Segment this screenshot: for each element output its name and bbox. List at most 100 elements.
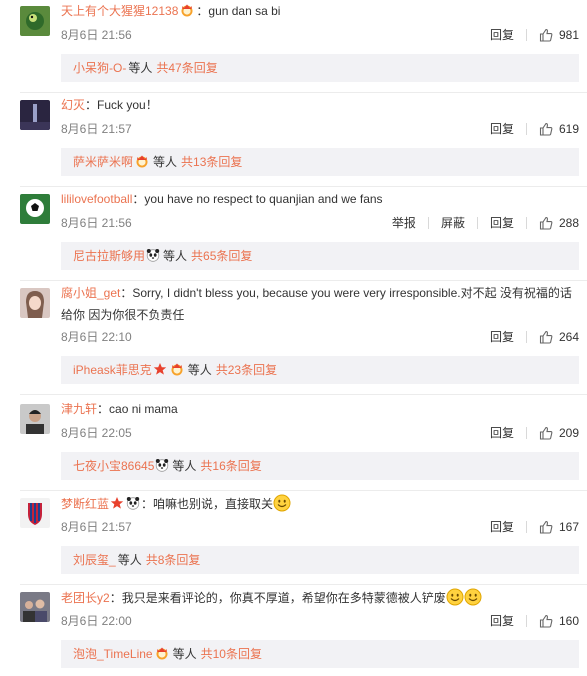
comment-meta: 8月6日 21:57 回复 167 bbox=[61, 518, 579, 536]
comment-meta: 8月6日 22:05 回复 209 bbox=[61, 424, 579, 442]
replies-summary[interactable]: 小呆狗-O- 等人 共47条回复 bbox=[61, 54, 579, 82]
vip-crown-icon bbox=[169, 358, 185, 386]
smiley-emoji-icon bbox=[446, 588, 464, 611]
replies-summary[interactable]: 泡泡_TimeLine 等人 共10条回复 bbox=[61, 640, 579, 668]
replies-summary[interactable]: iPheask菲思克 等人 共23条回复 bbox=[61, 356, 579, 384]
comment-body: 梦断红蓝 ：咱嘛也别说，直接取关 bbox=[61, 494, 579, 517]
like-button[interactable]: 288 bbox=[539, 214, 579, 232]
divider bbox=[525, 521, 527, 533]
reply-username[interactable]: 刘辰玺_ bbox=[73, 553, 116, 567]
comment-username[interactable]: lililovefootball bbox=[61, 192, 132, 206]
thumbs-up-icon bbox=[539, 426, 559, 440]
comment-body: 天上有个大猩猩12138 ：gun dan sa bi bbox=[61, 2, 579, 22]
comment-actions: 回复 619 bbox=[476, 120, 579, 138]
reply-button[interactable]: 回复 bbox=[490, 612, 514, 630]
reply-count-link[interactable]: 共16条回复 bbox=[200, 459, 261, 473]
avatar[interactable] bbox=[20, 288, 50, 318]
reply-username[interactable]: 小呆狗-O- bbox=[73, 61, 126, 75]
replies-summary[interactable]: 萨米萨米啊 等人 共13条回复 bbox=[61, 148, 579, 176]
replies-summary[interactable]: 七夜小宝86645 等人 共16条回复 bbox=[61, 452, 579, 480]
reply-count-link[interactable]: 共10条回复 bbox=[201, 647, 262, 661]
comment-text-line: 津九轩：cao ni mama bbox=[61, 400, 579, 418]
avatar[interactable] bbox=[20, 100, 50, 130]
reply-count-link[interactable]: 共65条回复 bbox=[191, 249, 252, 263]
comment-text-line: 梦断红蓝 ：咱嘛也别说，直接取关 bbox=[61, 494, 579, 517]
avatar[interactable] bbox=[20, 6, 50, 36]
comment-username[interactable]: 天上有个大猩猩12138 bbox=[61, 4, 178, 18]
comment-text: you have no respect to quanjian and we f… bbox=[144, 192, 383, 206]
comment-username[interactable]: 津九轩 bbox=[61, 402, 97, 416]
reply-username[interactable]: 尼古拉斯够用 bbox=[73, 249, 145, 263]
reply-username[interactable]: 泡泡_TimeLine bbox=[73, 647, 153, 661]
reply-button[interactable]: 回复 bbox=[490, 214, 514, 232]
comment-time: 8月6日 21:56 bbox=[61, 216, 132, 230]
reply-username[interactable]: 七夜小宝86645 bbox=[73, 459, 154, 473]
comment-body: lililovefootball：you have no respect to … bbox=[61, 190, 579, 208]
thumbs-up-icon bbox=[539, 330, 559, 344]
comment-username[interactable]: 老团长y2 bbox=[61, 591, 110, 605]
comment-text: Fuck you！ bbox=[97, 98, 158, 112]
reply-count-link[interactable]: 共8条回复 bbox=[146, 553, 201, 567]
comment-text-line: 幻灭：Fuck you！ bbox=[61, 96, 579, 114]
reply-button[interactable]: 回复 bbox=[490, 120, 514, 138]
reply-username[interactable]: 萨米萨米啊 bbox=[73, 155, 133, 169]
like-count: 619 bbox=[558, 122, 579, 136]
comment-username[interactable]: 腐小姐_get bbox=[61, 286, 120, 300]
like-count: 167 bbox=[558, 520, 579, 534]
comment-meta: 8月6日 21:56 回复 981 bbox=[61, 26, 579, 44]
reply-count-link[interactable]: 共13条回复 bbox=[181, 155, 242, 169]
thumbs-up-icon bbox=[539, 520, 559, 534]
replies-summary[interactable]: 刘辰玺_ 等人 共8条回复 bbox=[61, 546, 579, 574]
like-button[interactable]: 264 bbox=[539, 328, 579, 346]
and-others-text: 等人 bbox=[172, 459, 197, 473]
like-button[interactable]: 209 bbox=[539, 424, 579, 442]
like-button[interactable]: 619 bbox=[539, 120, 579, 138]
vip-crown-icon bbox=[134, 150, 150, 178]
comment-text-line: 老团长y2：我只是来看评论的，你真不厚道，希望你在多特蒙德被人铲废 bbox=[61, 588, 579, 611]
like-button[interactable]: 167 bbox=[539, 518, 579, 536]
reply-username[interactable]: iPheask菲思克 bbox=[73, 363, 152, 377]
comment-username[interactable]: 梦断红蓝 bbox=[61, 497, 109, 511]
colon: ： bbox=[109, 591, 122, 605]
comment-time: 8月6日 21:57 bbox=[61, 520, 132, 534]
reply-button[interactable]: 回复 bbox=[490, 328, 514, 346]
report-button[interactable]: 举报 bbox=[392, 214, 416, 232]
replies-summary[interactable]: 尼古拉斯够用 等人 共65条回复 bbox=[61, 242, 579, 270]
divider bbox=[525, 217, 527, 229]
comment-list: 天上有个大猩猩12138 ：gun dan sa bi 8月6日 21:56 回复 98… bbox=[0, 0, 587, 676]
comment-item: 梦断红蓝 ：咱嘛也别说，直接取关 8月6日 21:57 回复 167 刘辰玺_ 等人 共8条回… bbox=[0, 494, 587, 588]
comment-divider bbox=[20, 490, 587, 491]
comment-actions: 回复 167 bbox=[476, 518, 579, 536]
thumbs-up-icon bbox=[539, 28, 559, 42]
comment-time: 8月6日 22:05 bbox=[61, 426, 132, 440]
colon: ： bbox=[196, 4, 209, 18]
colon: ： bbox=[85, 98, 98, 112]
and-others-text: 等人 bbox=[172, 647, 197, 661]
comment-text: Sorry, I didn't bless you, because you w… bbox=[132, 286, 572, 300]
avatar[interactable] bbox=[20, 404, 50, 434]
comment-text: gun dan sa bi bbox=[208, 4, 281, 18]
block-button[interactable]: 屏蔽 bbox=[441, 214, 465, 232]
comment-text-continued: 给你 因为你很不负责任 bbox=[61, 308, 185, 322]
reply-button[interactable]: 回复 bbox=[490, 424, 514, 442]
reply-count-link[interactable]: 共23条回复 bbox=[216, 363, 277, 377]
comment-username[interactable]: 幻灭 bbox=[61, 98, 85, 112]
comment-actions: 回复 160 bbox=[476, 612, 579, 630]
avatar[interactable] bbox=[20, 498, 50, 528]
like-count: 288 bbox=[558, 216, 579, 230]
comment-item: 天上有个大猩猩12138 ：gun dan sa bi 8月6日 21:56 回复 98… bbox=[0, 2, 587, 96]
avatar[interactable] bbox=[20, 592, 50, 622]
divider bbox=[427, 217, 429, 229]
comment-text: 咱嘛也别说，直接取关 bbox=[153, 497, 274, 511]
comment-divider bbox=[20, 584, 587, 585]
comment-item: 津九轩：cao ni mama 8月6日 22:05 回复 209 七夜小宝86645 等… bbox=[0, 400, 587, 494]
reply-count-link[interactable]: 共47条回复 bbox=[156, 61, 217, 75]
divider bbox=[476, 217, 478, 229]
like-button[interactable]: 160 bbox=[539, 612, 579, 630]
reply-button[interactable]: 回复 bbox=[490, 26, 514, 44]
reply-button[interactable]: 回复 bbox=[490, 518, 514, 536]
like-button[interactable]: 981 bbox=[539, 26, 579, 44]
comment-actions: 回复 981 bbox=[476, 26, 579, 44]
avatar[interactable] bbox=[20, 194, 50, 224]
comment-actions: 回复 264 bbox=[476, 328, 579, 346]
